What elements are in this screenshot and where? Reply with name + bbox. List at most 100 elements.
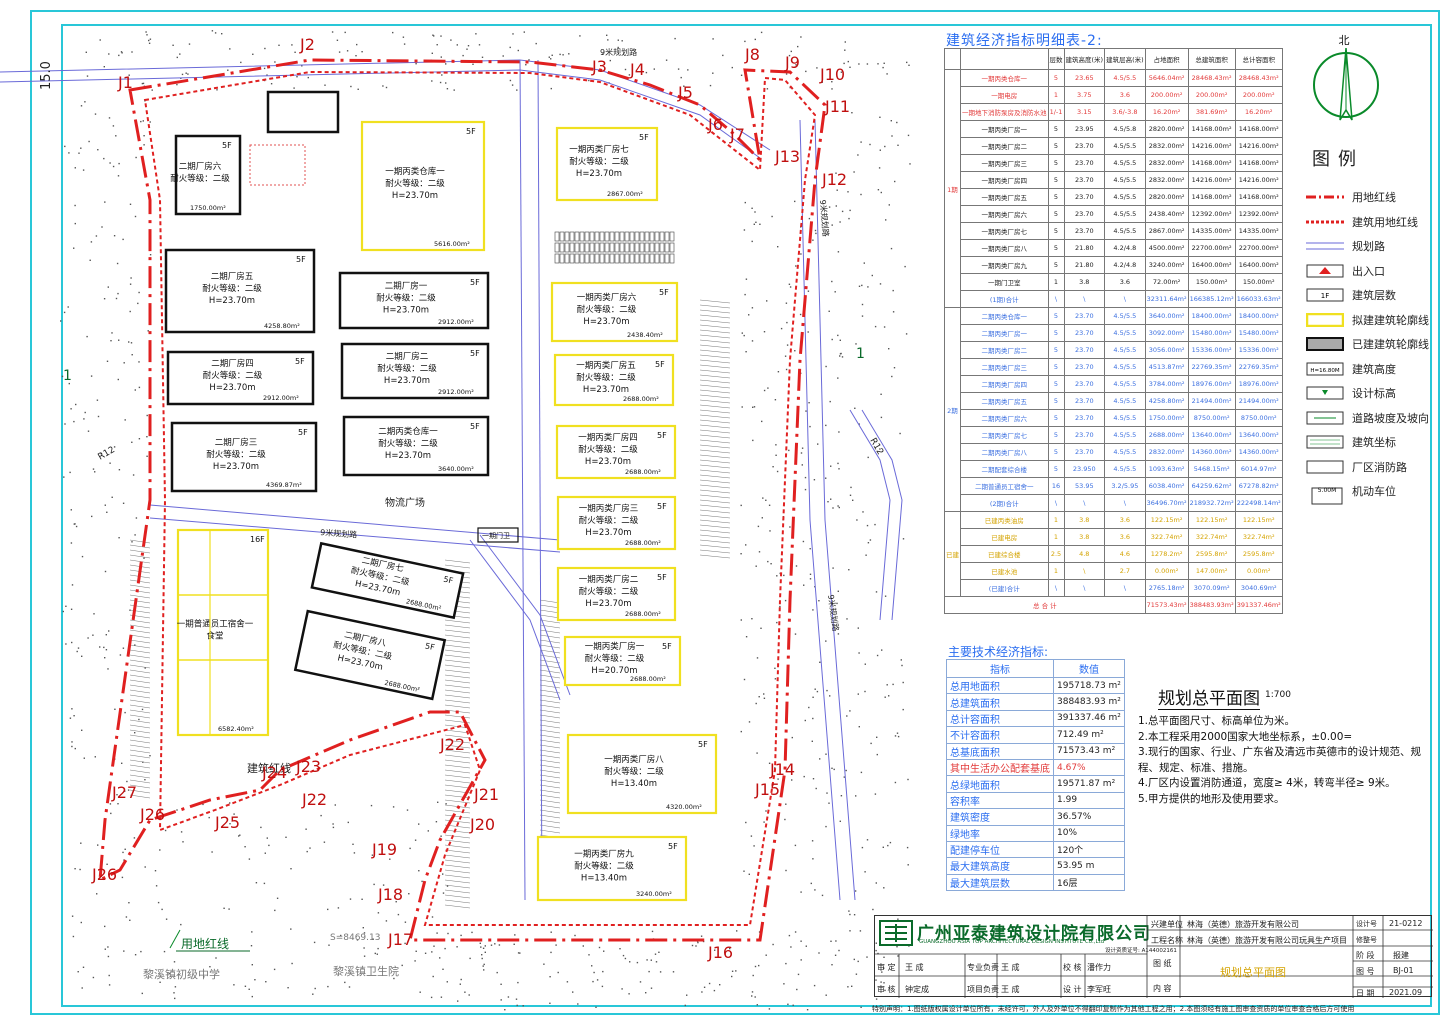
control-point-label: J20 xyxy=(469,815,495,834)
econ-header: 占地面积 xyxy=(1144,48,1189,70)
tech-value: 712.49 m² xyxy=(1053,726,1125,744)
building-fire: 耐火等级：二级 xyxy=(579,586,639,597)
building-name: 二期厂房二 xyxy=(386,351,429,362)
table-row: 一期地下消防泵房及消防水池 1/-1 3.15 3.6/-3.8 16.20m² 381.… xyxy=(945,103,1283,121)
table-cell: (2期)合计 xyxy=(960,494,1049,512)
table-cell: 166033.63m² xyxy=(1234,290,1283,308)
table-cell: 3.6 xyxy=(1104,511,1146,529)
radius-label-left: R12 xyxy=(97,445,117,463)
table-cell: 23.70 xyxy=(1063,358,1106,376)
table-cell: 22769.35m² xyxy=(1234,358,1283,376)
building-h: H=23.70m xyxy=(576,169,622,179)
table-cell: 1750.00m² xyxy=(1144,409,1189,427)
econ-header: 总计容面积 xyxy=(1234,48,1283,70)
building-area: 1750.00m² xyxy=(190,204,226,212)
table-cell: 23.70 xyxy=(1063,375,1106,393)
road-label-mid: 9米规划路 xyxy=(320,527,358,540)
table-cell: 5 xyxy=(1047,426,1065,444)
table-cell: 5 xyxy=(1047,443,1065,461)
table-cell: 16400.00m² xyxy=(1234,256,1283,274)
table-row: 一期丙类厂房九 5 21.80 4.2/4.8 3240.00m² 16400.00m² 1… xyxy=(945,256,1283,274)
tech-key: 容积率 xyxy=(946,791,1054,810)
role-5-name: 李军旺 xyxy=(1087,985,1111,994)
legend-item: 道路坡度及坡向 xyxy=(1306,406,1436,431)
tech-row: 其中生活办公配套基底 4.67% xyxy=(946,758,1125,777)
control-point-label: J2 xyxy=(299,35,315,54)
tech-row: 总基底面积 71573.43 m² xyxy=(946,742,1125,760)
table-cell: 15480.00m² xyxy=(1187,324,1236,342)
table-cell: \ xyxy=(1047,290,1065,308)
table-row: 二期丙类厂房五 5 23.70 4.5/5.5 4258.80m² 21494.00m² 2… xyxy=(945,392,1283,410)
note-line: 3.现行的国家、行业、广东省及清远市英德市的设计规范、规程、规定、标准、措施。 xyxy=(1138,746,1422,774)
tech-header-key: 指标 xyxy=(946,659,1054,678)
table-cell: 2832.00m² xyxy=(1144,443,1189,461)
table-cell: 5 xyxy=(1047,307,1065,325)
table-row: 二期丙类厂房四 5 23.70 4.5/5.5 3784.00m² 18976.00m² 1… xyxy=(945,375,1283,393)
grand-total-value: 71573.43m² xyxy=(1144,596,1189,614)
svg-text:H=16.80M: H=16.80M xyxy=(1310,368,1339,374)
title-block: 广州亚泰建筑设计院有限公司 GUANGZHOU ASIA TOP ARCHITE… xyxy=(874,915,1433,998)
table-cell: 150.00m² xyxy=(1187,273,1236,291)
control-point-label: J7 xyxy=(729,125,745,144)
site-redline-icon xyxy=(1306,190,1344,204)
building-9: 一期丙类厂房八耐火等级：二级 H=13.40m 5F 4320.00m² xyxy=(566,733,718,815)
table-cell: 14216.00m² xyxy=(1234,171,1283,189)
table-cell: 2.7 xyxy=(1104,562,1146,580)
role-2: 校 核 xyxy=(1063,963,1082,972)
no-label: 设计号 xyxy=(1356,920,1377,928)
table-row: (2期)合计 \ \ \ 36496.70m² 218932.72m² 222498.14m… xyxy=(945,494,1283,512)
control-point-label: J16 xyxy=(707,943,733,962)
table-cell: 二期丙类仓库一 xyxy=(960,307,1049,325)
building-h: H=23.70m xyxy=(209,296,255,306)
table-cell: 12392.00m² xyxy=(1234,205,1283,223)
table-cell: 3.6 xyxy=(1104,86,1146,104)
role-3-name: 钟定成 xyxy=(905,985,929,994)
control-point-label: J1 xyxy=(117,73,133,92)
control-point-label: J12 xyxy=(821,170,847,189)
building-name: 一期丙类厂房六 xyxy=(577,292,637,303)
table-cell: \ xyxy=(1063,562,1106,580)
tech-value: 391337.46 m² xyxy=(1053,709,1125,728)
building-name: 二期厂房一 xyxy=(385,281,428,292)
legend-label: 道路坡度及坡向 xyxy=(1352,411,1429,425)
table-cell: 23.70 xyxy=(1063,307,1106,325)
control-point-label: J14 xyxy=(769,760,795,779)
building-floors: 5F xyxy=(222,141,232,150)
no-value: 21-0212 xyxy=(1389,919,1423,928)
table-cell: 5 xyxy=(1047,171,1065,189)
table-cell: 14168.00m² xyxy=(1187,154,1236,172)
sheet-label: 图 号 xyxy=(1356,967,1375,976)
planned-road-icon xyxy=(1306,239,1344,253)
control-point-label: J19 xyxy=(371,840,397,859)
building-fire: 耐火等级：二级 xyxy=(378,438,438,449)
table-cell: 3.2/5.95 xyxy=(1104,477,1146,495)
building-14: 二期厂房四耐火等级：二级 H=23.70m 5F 2912.00m² xyxy=(166,350,315,406)
table-cell: 3070.09m² xyxy=(1187,579,1236,597)
table-cell: 5 xyxy=(1047,341,1065,359)
control-point-label: J24 xyxy=(261,763,287,782)
legend-item: 设计标高 xyxy=(1306,381,1436,406)
building-floors: 5F xyxy=(698,740,708,749)
table-cell: 一期丙类厂房三 xyxy=(960,154,1049,172)
table-cell: 4258.80m² xyxy=(1144,392,1189,410)
building-5: 一期丙类厂房四耐火等级：二级 H=23.70m 5F 2688.00m² xyxy=(555,424,677,480)
table-row: 2期 二期丙类仓库一 5 23.70 4.5/5.5 3640.00m² 18400.00m… xyxy=(944,307,1283,512)
table-cell: 5 xyxy=(1047,460,1065,478)
table-row: 二期丙类厂房一 5 23.70 4.5/5.5 3092.00m² 15480.00m² 1… xyxy=(945,324,1283,342)
table-cell: 5 xyxy=(1047,120,1065,138)
table-cell: 一期丙类厂房七 xyxy=(960,222,1049,240)
control-point-label: J26 xyxy=(139,805,165,824)
sheet-value: BJ-01 xyxy=(1393,966,1414,975)
table-cell: (已建)合计 xyxy=(960,579,1049,597)
table-cell: 4.5/5.5 xyxy=(1104,171,1146,189)
tech-value: 10% xyxy=(1053,824,1125,842)
table-cell: \ xyxy=(1104,494,1146,512)
table-row: 一期丙类厂房一 5 23.95 4.5/5.8 2820.00m² 14168.00m² 1… xyxy=(945,120,1283,138)
legend-label: 拟建建筑轮廓线 xyxy=(1352,313,1429,327)
table-cell: 5 xyxy=(1047,137,1065,155)
tech-header-value: 数值 xyxy=(1053,659,1125,678)
table-cell: 322.74m² xyxy=(1234,528,1283,546)
table-cell: 一期丙类厂房一 xyxy=(960,120,1049,138)
table-cell: 166385.12m² xyxy=(1187,290,1236,308)
table-cell: 23.70 xyxy=(1063,426,1106,444)
